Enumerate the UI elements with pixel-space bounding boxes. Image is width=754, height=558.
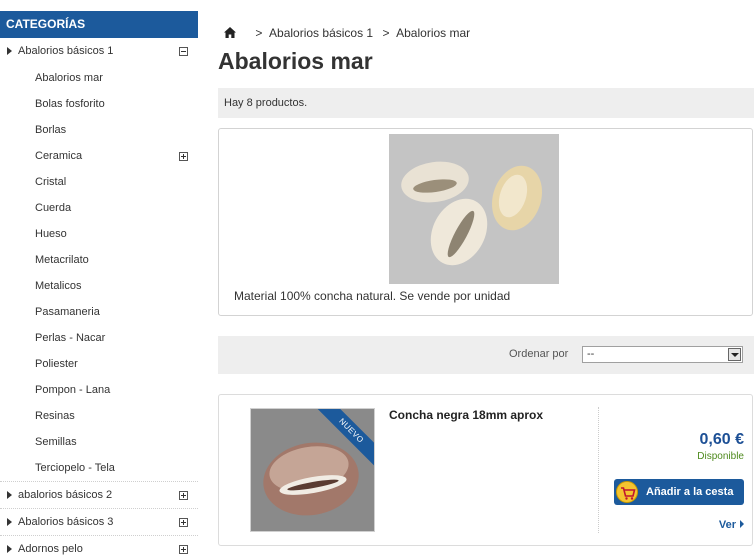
dropdown-arrow-icon[interactable] <box>728 348 741 361</box>
subcategory-item[interactable]: Hueso <box>0 221 198 247</box>
home-icon[interactable] <box>224 27 236 38</box>
expand-icon[interactable] <box>179 518 188 527</box>
product-count-bar: Hay 8 productos. <box>218 88 754 118</box>
view-label: Ver <box>718 519 736 531</box>
subcategory-item[interactable]: Metalicos <box>0 273 198 299</box>
subcategory-label: Semillas <box>35 436 77 448</box>
subcategory-label: Poliester <box>35 358 78 370</box>
product-count: Hay 8 productos. <box>224 97 308 109</box>
product-image[interactable]: NUEVO <box>250 408 375 532</box>
categories-sidebar: CATEGORÍAS Abalorios básicos 1 Abalorios… <box>0 11 198 558</box>
subcategory-item[interactable]: Perlas - Nacar <box>0 325 198 351</box>
other-categories-list: abalorios básicos 2 Abalorios básicos 3 Ad… <box>0 481 198 558</box>
category-item[interactable]: Adornos pelo <box>0 535 198 558</box>
category-label: Adornos pelo <box>18 543 83 555</box>
sort-select[interactable]: -- <box>582 346 743 363</box>
subcategory-label: Perlas - Nacar <box>35 332 106 344</box>
subcategory-label: Ceramica <box>35 150 83 162</box>
subcategory-item[interactable]: Pompon - Lana <box>0 377 198 403</box>
collapse-icon[interactable] <box>179 47 188 56</box>
subcategory-item[interactable]: Borlas <box>0 117 198 143</box>
subcategory-label: Pasamaneria <box>35 306 100 318</box>
product-card: NUEVO Concha negra 18mm aprox 0,60 € Dis… <box>218 394 753 546</box>
category-label: Abalorios básicos 1 <box>18 45 114 57</box>
category-item[interactable]: abalorios básicos 2 <box>0 481 198 508</box>
breadcrumb-separator: > <box>255 26 263 40</box>
expand-icon[interactable] <box>179 491 188 500</box>
category-label: abalorios básicos 2 <box>18 489 113 501</box>
subcategory-label: Hueso <box>35 228 67 240</box>
expand-icon[interactable] <box>179 152 188 161</box>
subcategory-list: Abalorios mar Bolas fosforito Borlas Cerami… <box>0 65 198 481</box>
breadcrumb-separator: > <box>382 26 390 40</box>
product-price: 0,60 € <box>699 431 744 448</box>
category-image <box>389 134 559 284</box>
caret-right-icon <box>7 545 12 553</box>
subcategory-item[interactable]: Bolas fosforito <box>0 91 198 117</box>
subcategory-item[interactable]: Cuerda <box>0 195 198 221</box>
expand-icon[interactable] <box>179 545 188 554</box>
subcategory-label: Borlas <box>35 124 67 136</box>
subcategory-item[interactable]: Cristal <box>0 169 198 195</box>
caret-right-icon <box>7 518 12 526</box>
subcategory-item[interactable]: Resinas <box>0 403 198 429</box>
subcategory-label: Pompon - Lana <box>35 384 111 396</box>
product-name[interactable]: Concha negra 18mm aprox <box>389 408 543 422</box>
caret-right-icon <box>7 47 12 55</box>
category-item[interactable]: Abalorios básicos 3 <box>0 508 198 535</box>
subcategory-item[interactable]: Poliester <box>0 351 198 377</box>
sort-selected-value: -- <box>587 348 595 360</box>
subcategory-item[interactable]: Semillas <box>0 429 198 455</box>
subcategory-label: Abalorios mar <box>35 72 103 84</box>
subcategory-item[interactable]: Terciopelo - Tela <box>0 455 198 481</box>
subcategory-label: Cristal <box>35 176 67 188</box>
breadcrumb-current: Abalorios mar <box>396 26 471 40</box>
subcategory-item[interactable]: Ceramica <box>0 143 198 169</box>
breadcrumb: > Abalorios básicos 1 > Abalorios mar <box>224 26 470 40</box>
add-to-cart-button[interactable]: Añadir a la cesta <box>614 479 744 505</box>
subcategory-label: Cuerda <box>35 202 72 214</box>
category-abalorios-basicos-1[interactable]: Abalorios básicos 1 <box>0 38 198 65</box>
card-divider <box>598 407 599 533</box>
sort-label: Ordenar por <box>509 348 569 360</box>
availability-status: Disponible <box>697 451 744 462</box>
subcategory-item[interactable]: Abalorios mar <box>0 65 198 91</box>
subcategory-label: Terciopelo - Tela <box>35 462 115 474</box>
category-description-box: Material 100% concha natural. Se vende p… <box>218 128 753 316</box>
cart-icon <box>616 481 638 503</box>
caret-right-icon <box>7 491 12 499</box>
subcategory-label: Bolas fosforito <box>35 98 105 110</box>
category-description: Material 100% concha natural. Se vende p… <box>234 289 511 303</box>
sort-bar: Ordenar por -- <box>218 336 754 374</box>
category-label: Abalorios básicos 3 <box>18 516 114 528</box>
chevron-right-icon <box>740 520 744 528</box>
categories-header: CATEGORÍAS <box>0 11 198 38</box>
subcategory-label: Metalicos <box>35 280 82 292</box>
page-title: Abalorios mar <box>218 48 373 74</box>
view-link[interactable]: Ver <box>719 519 744 531</box>
breadcrumb-link-abalorios-basicos-1[interactable]: Abalorios básicos 1 <box>269 26 373 40</box>
subcategory-item[interactable]: Metacrilato <box>0 247 198 273</box>
subcategory-label: Metacrilato <box>35 254 89 266</box>
add-to-cart-label: Añadir a la cesta <box>646 486 734 498</box>
subcategory-label: Resinas <box>35 410 75 422</box>
subcategory-item[interactable]: Pasamaneria <box>0 299 198 325</box>
